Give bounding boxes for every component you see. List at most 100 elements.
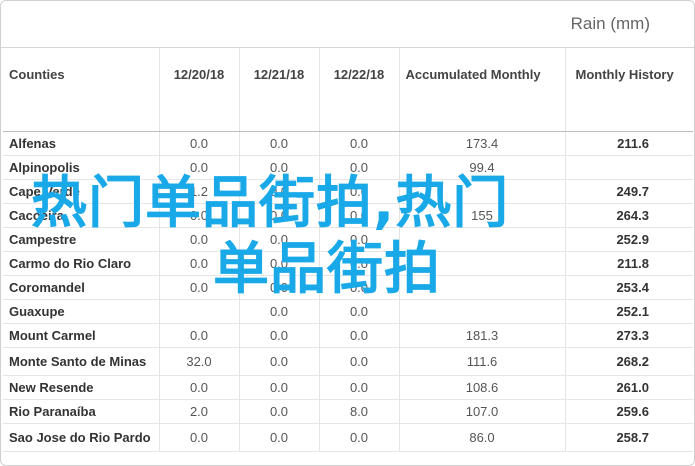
date-2-cell: 0.0 [239, 179, 320, 204]
accumulated-cell: 173.4 [399, 131, 566, 156]
panel-header: Rain (mm) [1, 1, 694, 48]
county-cell: Cacoeira [3, 203, 160, 228]
date-2-cell: 0.0 [239, 251, 320, 276]
date-1-cell: 0.0 [159, 275, 240, 300]
date-2-cell: 0.0 [239, 323, 320, 348]
date-3-cell: 0.0 [319, 203, 400, 228]
table-row[interactable]: Monte Santo de Minas 32.0 0.0 0.0 111.6 268.2 [3, 347, 693, 376]
accumulated-cell [399, 251, 566, 276]
history-cell: 268.2 [565, 347, 693, 376]
county-cell: Carmo do Rio Claro [3, 251, 160, 276]
date-3-cell: 0.0 [319, 251, 400, 276]
county-cell: New Resende [3, 375, 160, 400]
date-2-cell: 0.0 [239, 375, 320, 400]
table-row[interactable]: Sao Jose do Rio Pardo 0.0 0.0 0.0 86.0 258.7 [3, 423, 693, 452]
date-3-cell: 0.0 [319, 375, 400, 400]
date-2-cell: 0.0 [239, 299, 320, 324]
date-1-cell: 0.0 [159, 423, 240, 452]
date-2-cell: 0.0 [239, 131, 320, 156]
accumulated-cell [399, 299, 566, 324]
date-1-cell: 0.0 [159, 227, 240, 252]
date-2-cell: 0.0 [239, 347, 320, 376]
accumulated-cell [399, 179, 566, 204]
table-row[interactable]: Campestre 0.0 0.0 0.0 252.9 [3, 227, 693, 252]
accumulated-cell: 86.0 [399, 423, 566, 452]
column-header-date-2[interactable]: 12/21/18 [239, 48, 320, 132]
date-3-cell: 0.0 [319, 131, 400, 156]
date-1-cell: 0.0 [159, 375, 240, 400]
table-row[interactable]: Cape Verde 1.2 0.0 0.0 249.7 [3, 179, 693, 204]
date-3-cell: 0.0 [319, 275, 400, 300]
history-cell: 249.7 [565, 179, 693, 204]
date-3-cell: 0.0 [319, 155, 400, 180]
table-row[interactable]: Rio Paranaíba 2.0 0.0 8.0 107.0 259.6 [3, 399, 693, 424]
date-3-cell: 8.0 [319, 399, 400, 424]
accumulated-cell: 99.4 [399, 155, 566, 180]
county-cell: Guaxupe [3, 299, 160, 324]
date-3-cell: 0.0 [319, 299, 400, 324]
date-1-cell [159, 299, 240, 324]
date-2-cell: 0.0 [239, 423, 320, 452]
accumulated-cell: 155 [399, 203, 566, 228]
date-1-cell: 0.0 [159, 323, 240, 348]
date-2-cell: 0.0 [239, 227, 320, 252]
date-1-cell: 1.2 [159, 179, 240, 204]
history-cell: 264.3 [565, 203, 693, 228]
table-row[interactable]: Alfenas 0.0 0.0 0.0 173.4 211.6 [3, 131, 693, 156]
accumulated-cell [399, 227, 566, 252]
history-cell: 261.0 [565, 375, 693, 400]
date-1-cell: 0.0 [159, 155, 240, 180]
accumulated-cell: 181.3 [399, 323, 566, 348]
data-panel: Rain (mm) Counties 12/20/18 12/21/18 12/… [0, 0, 695, 466]
date-1-cell: 2.0 [159, 399, 240, 424]
history-cell: 211.8 [565, 251, 693, 276]
table-body: Alfenas 0.0 0.0 0.0 173.4 211.6 Alpinopolis 0.0… [3, 131, 693, 452]
history-cell: 273.3 [565, 323, 693, 348]
date-3-cell: 0.0 [319, 323, 400, 348]
history-cell: 252.1 [565, 299, 693, 324]
table-row[interactable]: Coromandel 0.0 0.0 0.0 253.4 [3, 275, 693, 300]
table-row[interactable]: Alpinopolis 0.0 0.0 0.0 99.4 [3, 155, 693, 180]
history-cell: 252.9 [565, 227, 693, 252]
date-1-cell: 0.0 [159, 131, 240, 156]
county-cell: Sao Jose do Rio Pardo [3, 423, 160, 452]
column-header-date-3[interactable]: 12/22/18 [319, 48, 400, 132]
history-cell: 259.6 [565, 399, 693, 424]
column-header-accumulated[interactable]: Accumulated Monthly [399, 48, 566, 132]
column-header-history[interactable]: Monthly History [565, 48, 693, 132]
table-row[interactable]: Mount Carmel 0.0 0.0 0.0 181.3 273.3 [3, 323, 693, 348]
column-header-counties[interactable]: Counties [3, 48, 160, 132]
accumulated-cell [399, 275, 566, 300]
county-cell: Coromandel [3, 275, 160, 300]
column-header-date-1[interactable]: 12/20/18 [159, 48, 240, 132]
county-cell: Monte Santo de Minas [3, 347, 160, 376]
date-2-cell: 0.0 [239, 399, 320, 424]
table-row[interactable]: Carmo do Rio Claro 0.0 0.0 0.0 211.8 [3, 251, 693, 276]
panel-title: Rain (mm) [570, 14, 650, 33]
date-1-cell: 0.0 [159, 203, 240, 228]
history-cell: 211.6 [565, 131, 693, 156]
table-header-row: Counties 12/20/18 12/21/18 12/22/18 Accu… [3, 48, 693, 132]
table-row[interactable]: Cacoeira 0.0 0.0 0.0 155 264.3 [3, 203, 693, 228]
date-2-cell: 0.0 [239, 155, 320, 180]
accumulated-cell: 107.0 [399, 399, 566, 424]
county-cell: Alfenas [3, 131, 160, 156]
table-row[interactable]: New Resende 0.0 0.0 0.0 108.6 261.0 [3, 375, 693, 400]
county-cell: Campestre [3, 227, 160, 252]
history-cell: 253.4 [565, 275, 693, 300]
accumulated-cell: 111.6 [399, 347, 566, 376]
county-cell: Mount Carmel [3, 323, 160, 348]
date-2-cell: 0.0 [239, 275, 320, 300]
date-3-cell: 0.0 [319, 347, 400, 376]
table-row[interactable]: Guaxupe 0.0 0.0 252.1 [3, 299, 693, 324]
date-3-cell: 0.0 [319, 179, 400, 204]
date-3-cell: 0.0 [319, 423, 400, 452]
county-cell: Alpinopolis [3, 155, 160, 180]
history-cell: 258.7 [565, 423, 693, 452]
history-cell [565, 155, 693, 180]
accumulated-cell: 108.6 [399, 375, 566, 400]
rain-table: Counties 12/20/18 12/21/18 12/22/18 Accu… [3, 48, 693, 452]
county-cell: Rio Paranaíba [3, 399, 160, 424]
date-1-cell: 32.0 [159, 347, 240, 376]
county-cell: Cape Verde [3, 179, 160, 204]
